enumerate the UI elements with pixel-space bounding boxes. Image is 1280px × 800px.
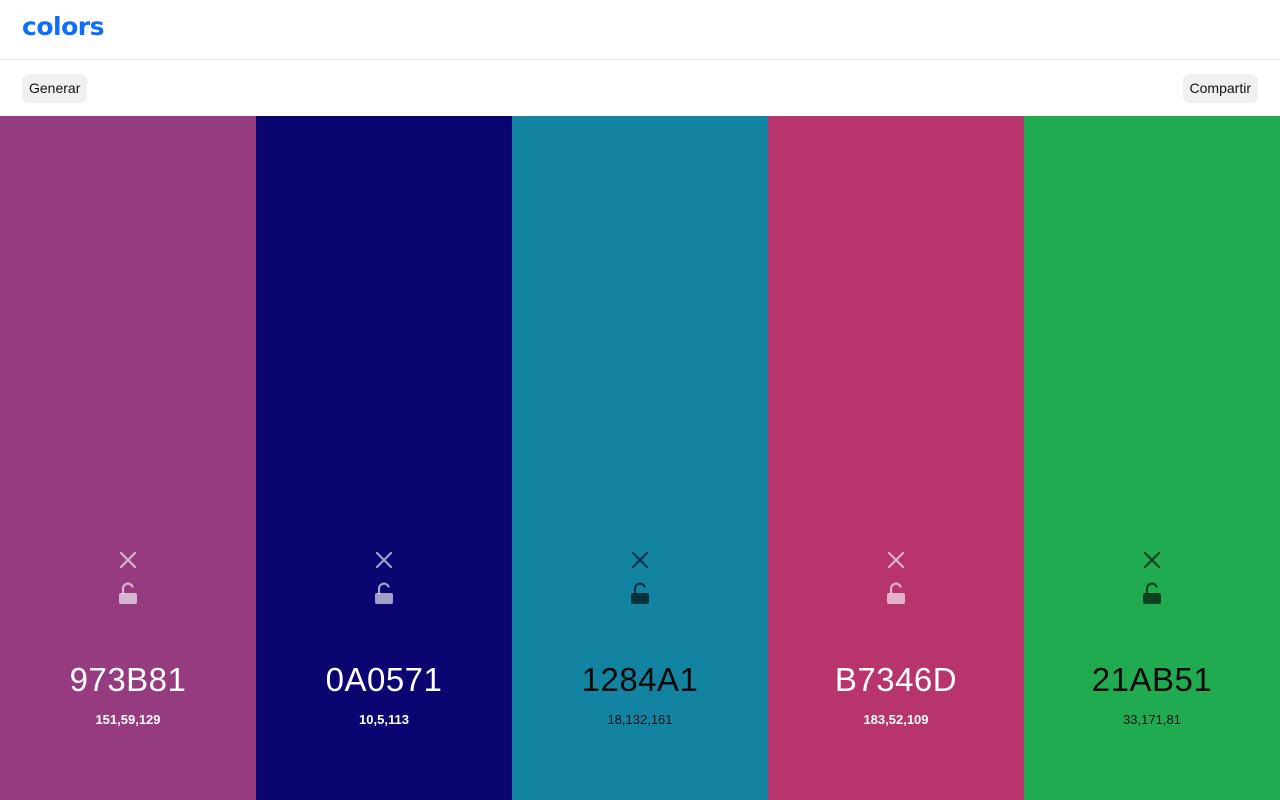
hex-code[interactable]: B7346D [768, 660, 1024, 700]
close-icon[interactable] [372, 548, 396, 572]
close-icon[interactable] [628, 548, 652, 572]
toolbar: Generar Compartir [0, 60, 1280, 116]
close-icon[interactable] [884, 548, 908, 572]
generate-button[interactable]: Generar [22, 74, 88, 103]
swatch-controls [768, 548, 1024, 606]
rgb-value: 33,171,81 [1123, 712, 1181, 727]
unlock-icon[interactable] [116, 582, 140, 606]
unlock-icon[interactable] [884, 582, 908, 606]
color-swatch-5: 21AB51 33,171,81 [1024, 116, 1280, 800]
app-logo[interactable]: colors [22, 10, 104, 44]
color-palette: 973B81 151,59,129 0A0571 10,5,113 1284A1… [0, 116, 1280, 800]
close-icon[interactable] [116, 548, 140, 572]
color-swatch-3: 1284A1 18,132,161 [512, 116, 768, 800]
hex-code[interactable]: 0A0571 [256, 660, 512, 700]
share-button[interactable]: Compartir [1182, 74, 1258, 103]
rgb-value: 18,132,161 [607, 712, 673, 727]
swatch-controls [512, 548, 768, 606]
color-swatch-1: 973B81 151,59,129 [0, 116, 256, 800]
unlock-icon[interactable] [372, 582, 396, 606]
swatch-controls [0, 548, 256, 606]
hex-code[interactable]: 973B81 [0, 660, 256, 700]
hex-code[interactable]: 21AB51 [1024, 660, 1280, 700]
swatch-controls [256, 548, 512, 606]
unlock-icon[interactable] [628, 582, 652, 606]
hex-code[interactable]: 1284A1 [512, 660, 768, 700]
color-swatch-2: 0A0571 10,5,113 [256, 116, 512, 800]
color-swatch-4: B7346D 183,52,109 [768, 116, 1024, 800]
rgb-value: 183,52,109 [863, 712, 929, 727]
close-icon[interactable] [1140, 548, 1164, 572]
rgb-value: 10,5,113 [359, 712, 409, 727]
swatch-controls [1024, 548, 1280, 606]
rgb-value: 151,59,129 [95, 712, 161, 727]
top-bar: colors [0, 0, 1280, 60]
unlock-icon[interactable] [1140, 582, 1164, 606]
